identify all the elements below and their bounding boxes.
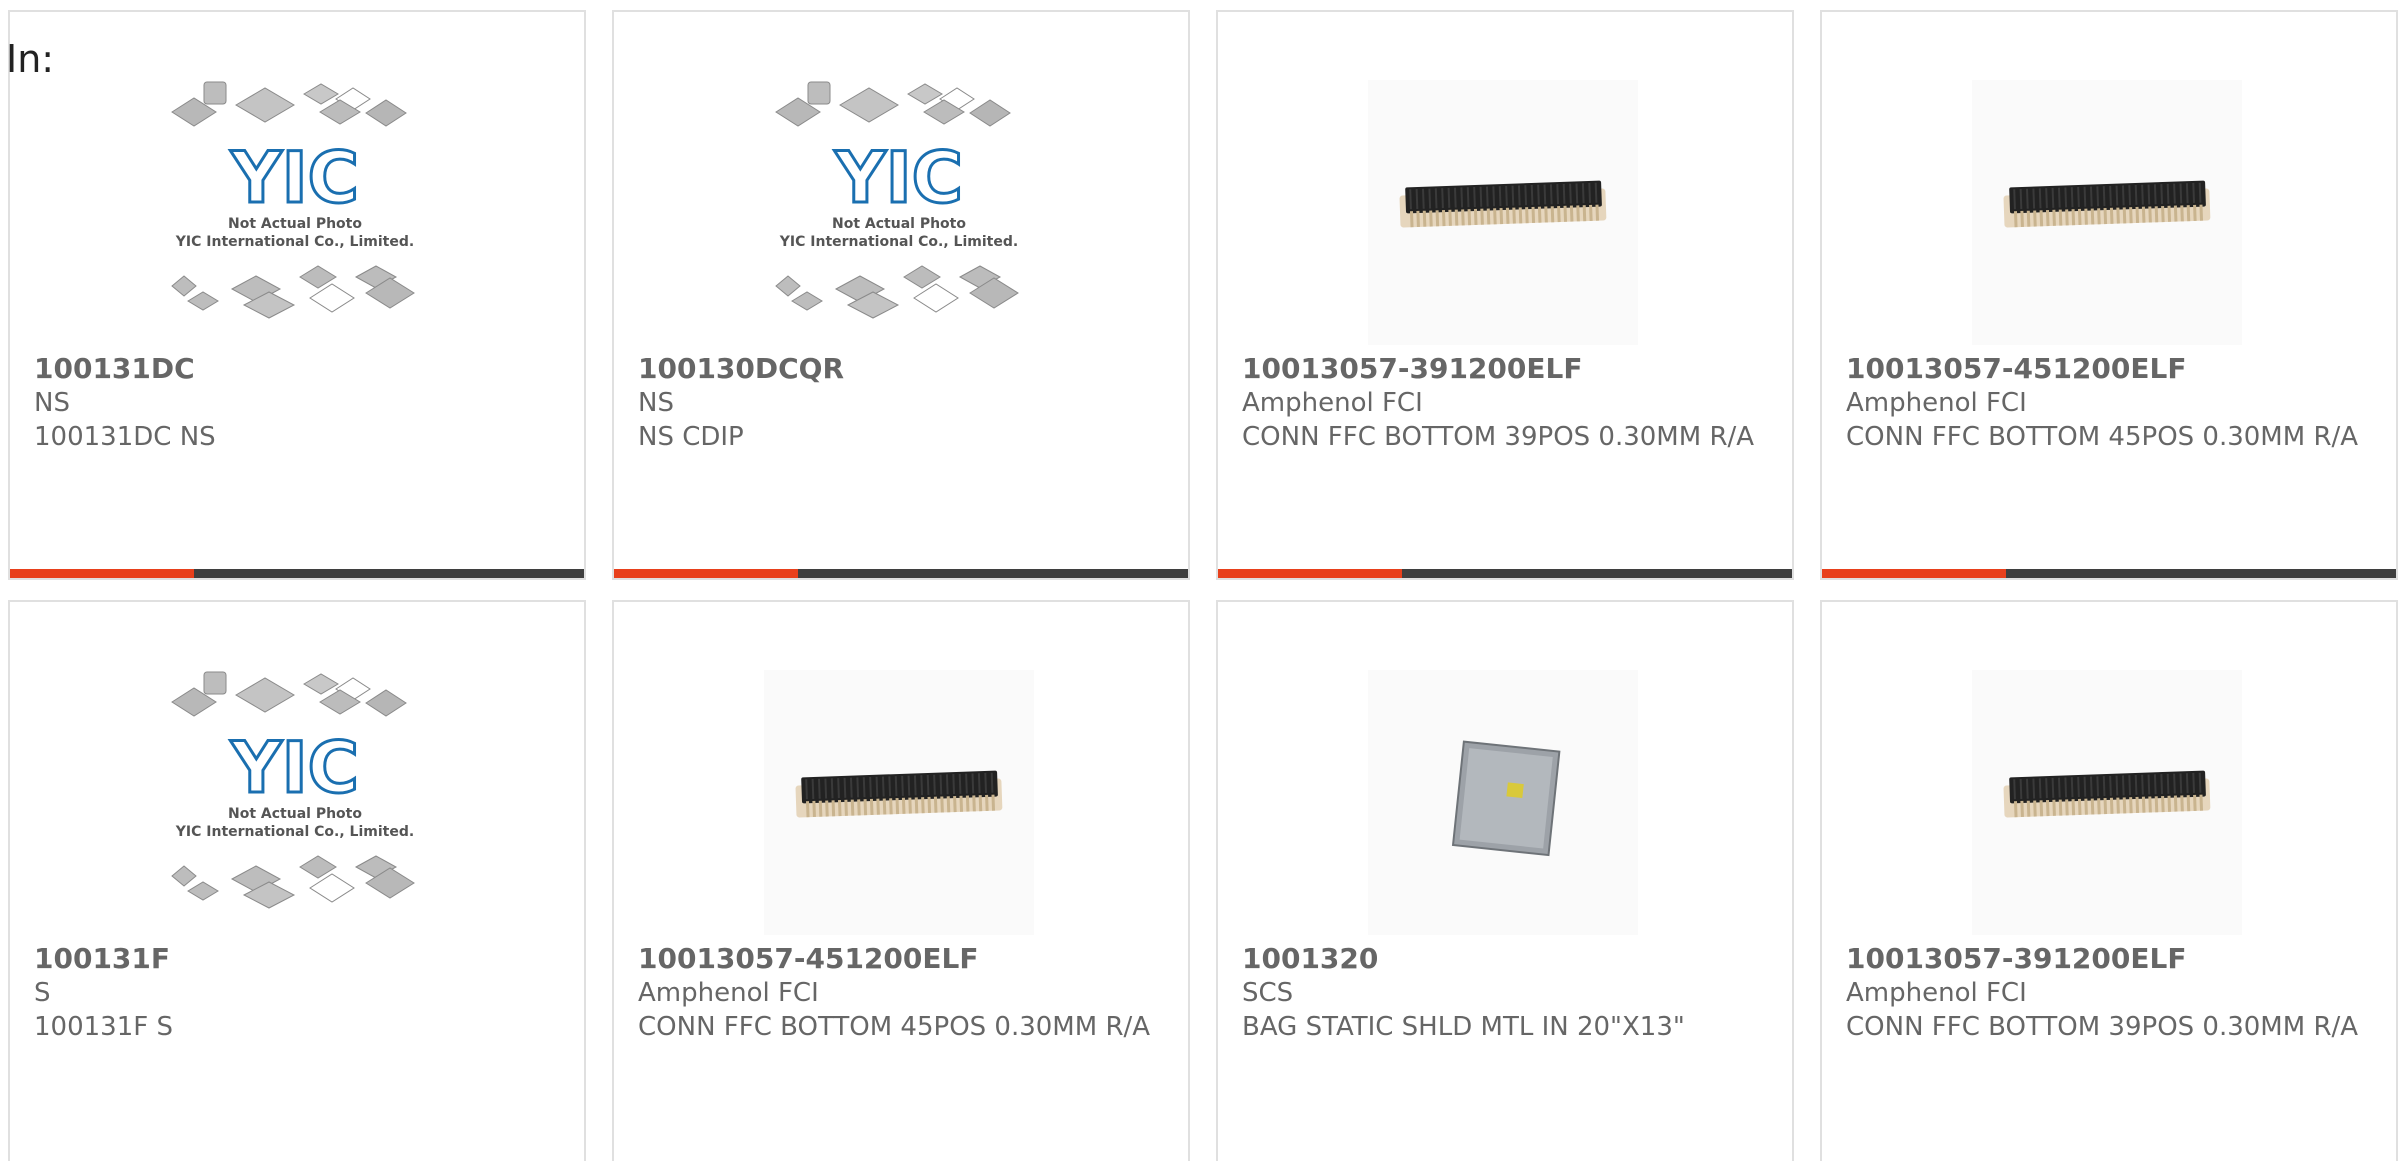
product-image[interactable] xyxy=(1972,80,2242,345)
product-card[interactable]: 10013057-391200ELF Amphenol FCI CONN FFC… xyxy=(1820,600,2398,1161)
product-card[interactable]: YIC Not Actual Photo YIC International Co.… xyxy=(8,600,586,1161)
product-info: 10013057-391200ELF Amphenol FCI CONN FFC… xyxy=(1242,352,1772,454)
product-card[interactable]: YIC Not Actual Photo YIC International Co.… xyxy=(8,10,586,580)
description: CONN FFC BOTTOM 45POS 0.30MM R/A xyxy=(1846,422,2359,452)
part-number-link[interactable]: 100131DC xyxy=(34,352,564,386)
filter-label: In: xyxy=(6,37,55,81)
manufacturer: SCS xyxy=(1242,978,1294,1008)
product-image[interactable] xyxy=(1972,670,2242,935)
part-number-link[interactable]: 10013057-451200ELF xyxy=(1846,352,2376,386)
progress-fill xyxy=(10,569,194,578)
part-number-link[interactable]: 100131F xyxy=(34,942,564,976)
svg-text:Not Actual Photo: Not Actual Photo xyxy=(228,216,362,232)
product-image[interactable]: YIC Not Actual Photo YIC International Co.… xyxy=(160,670,430,935)
svg-text:YIC International Co., Limited: YIC International Co., Limited. xyxy=(175,234,414,250)
manufacturer: Amphenol FCI xyxy=(1846,388,2027,418)
product-image[interactable]: YIC Not Actual Photo YIC International Co.… xyxy=(160,80,430,345)
product-image[interactable] xyxy=(1368,80,1638,345)
description: 100131DC NS xyxy=(34,422,216,452)
progress-bar xyxy=(10,569,584,578)
manufacturer: NS xyxy=(638,388,674,418)
product-image[interactable] xyxy=(764,670,1034,935)
product-info: 100131DC NS 100131DC NS xyxy=(34,352,564,454)
product-info: 1001320 SCS BAG STATIC SHLD MTL IN 20"X1… xyxy=(1242,942,1772,1044)
part-number-link[interactable]: 1001320 xyxy=(1242,942,1772,976)
manufacturer: NS xyxy=(34,388,70,418)
manufacturer: Amphenol FCI xyxy=(1242,388,1423,418)
manufacturer: Amphenol FCI xyxy=(638,978,819,1008)
product-card[interactable]: YIC Not Actual Photo YIC International Co.… xyxy=(612,10,1190,580)
svg-text:YIC: YIC xyxy=(230,137,359,219)
product-card[interactable]: 10013057-391200ELF Amphenol FCI CONN FFC… xyxy=(1216,10,1794,580)
progress-fill xyxy=(1218,569,1402,578)
progress-fill xyxy=(614,569,798,578)
part-number-link[interactable]: 10013057-391200ELF xyxy=(1242,352,1772,386)
manufacturer: Amphenol FCI xyxy=(1846,978,2027,1008)
product-card[interactable]: 10013057-451200ELF Amphenol FCI CONN FFC… xyxy=(1820,10,2398,580)
progress-bar xyxy=(1822,569,2396,578)
description: BAG STATIC SHLD MTL IN 20"X13" xyxy=(1242,1012,1685,1042)
description: 100131F S xyxy=(34,1012,173,1042)
svg-text:Not Actual Photo: Not Actual Photo xyxy=(832,216,966,232)
svg-text:YIC: YIC xyxy=(230,727,359,809)
description: CONN FFC BOTTOM 45POS 0.30MM R/A xyxy=(638,1012,1151,1042)
product-info: 10013057-391200ELF Amphenol FCI CONN FFC… xyxy=(1846,942,2376,1044)
product-info: 100131F S 100131F S xyxy=(34,942,564,1044)
product-info: 100130DCQR NS NS CDIP xyxy=(638,352,1168,454)
product-image[interactable] xyxy=(1368,670,1638,935)
product-grid-page: In: YIC Not Actual Photo YIC International… xyxy=(0,0,2400,1161)
progress-bar xyxy=(614,569,1188,578)
description: CONN FFC BOTTOM 39POS 0.30MM R/A xyxy=(1242,422,1755,452)
part-number-link[interactable]: 10013057-451200ELF xyxy=(638,942,1168,976)
product-info: 10013057-451200ELF Amphenol FCI CONN FFC… xyxy=(638,942,1168,1044)
svg-text:YIC: YIC xyxy=(834,137,963,219)
description: CONN FFC BOTTOM 39POS 0.30MM R/A xyxy=(1846,1012,2359,1042)
svg-text:YIC International Co., Limited: YIC International Co., Limited. xyxy=(779,234,1018,250)
manufacturer: S xyxy=(34,978,51,1008)
svg-text:Not Actual Photo: Not Actual Photo xyxy=(228,806,362,822)
svg-text:YIC International Co., Limited: YIC International Co., Limited. xyxy=(175,824,414,840)
product-card[interactable]: 1001320 SCS BAG STATIC SHLD MTL IN 20"X1… xyxy=(1216,600,1794,1161)
description: NS CDIP xyxy=(638,422,744,452)
product-image[interactable]: YIC Not Actual Photo YIC International Co.… xyxy=(764,80,1034,345)
product-info: 10013057-451200ELF Amphenol FCI CONN FFC… xyxy=(1846,352,2376,454)
progress-fill xyxy=(1822,569,2006,578)
part-number-link[interactable]: 10013057-391200ELF xyxy=(1846,942,2376,976)
progress-bar xyxy=(1218,569,1792,578)
part-number-link[interactable]: 100130DCQR xyxy=(638,352,1168,386)
product-card[interactable]: 10013057-451200ELF Amphenol FCI CONN FFC… xyxy=(612,600,1190,1161)
